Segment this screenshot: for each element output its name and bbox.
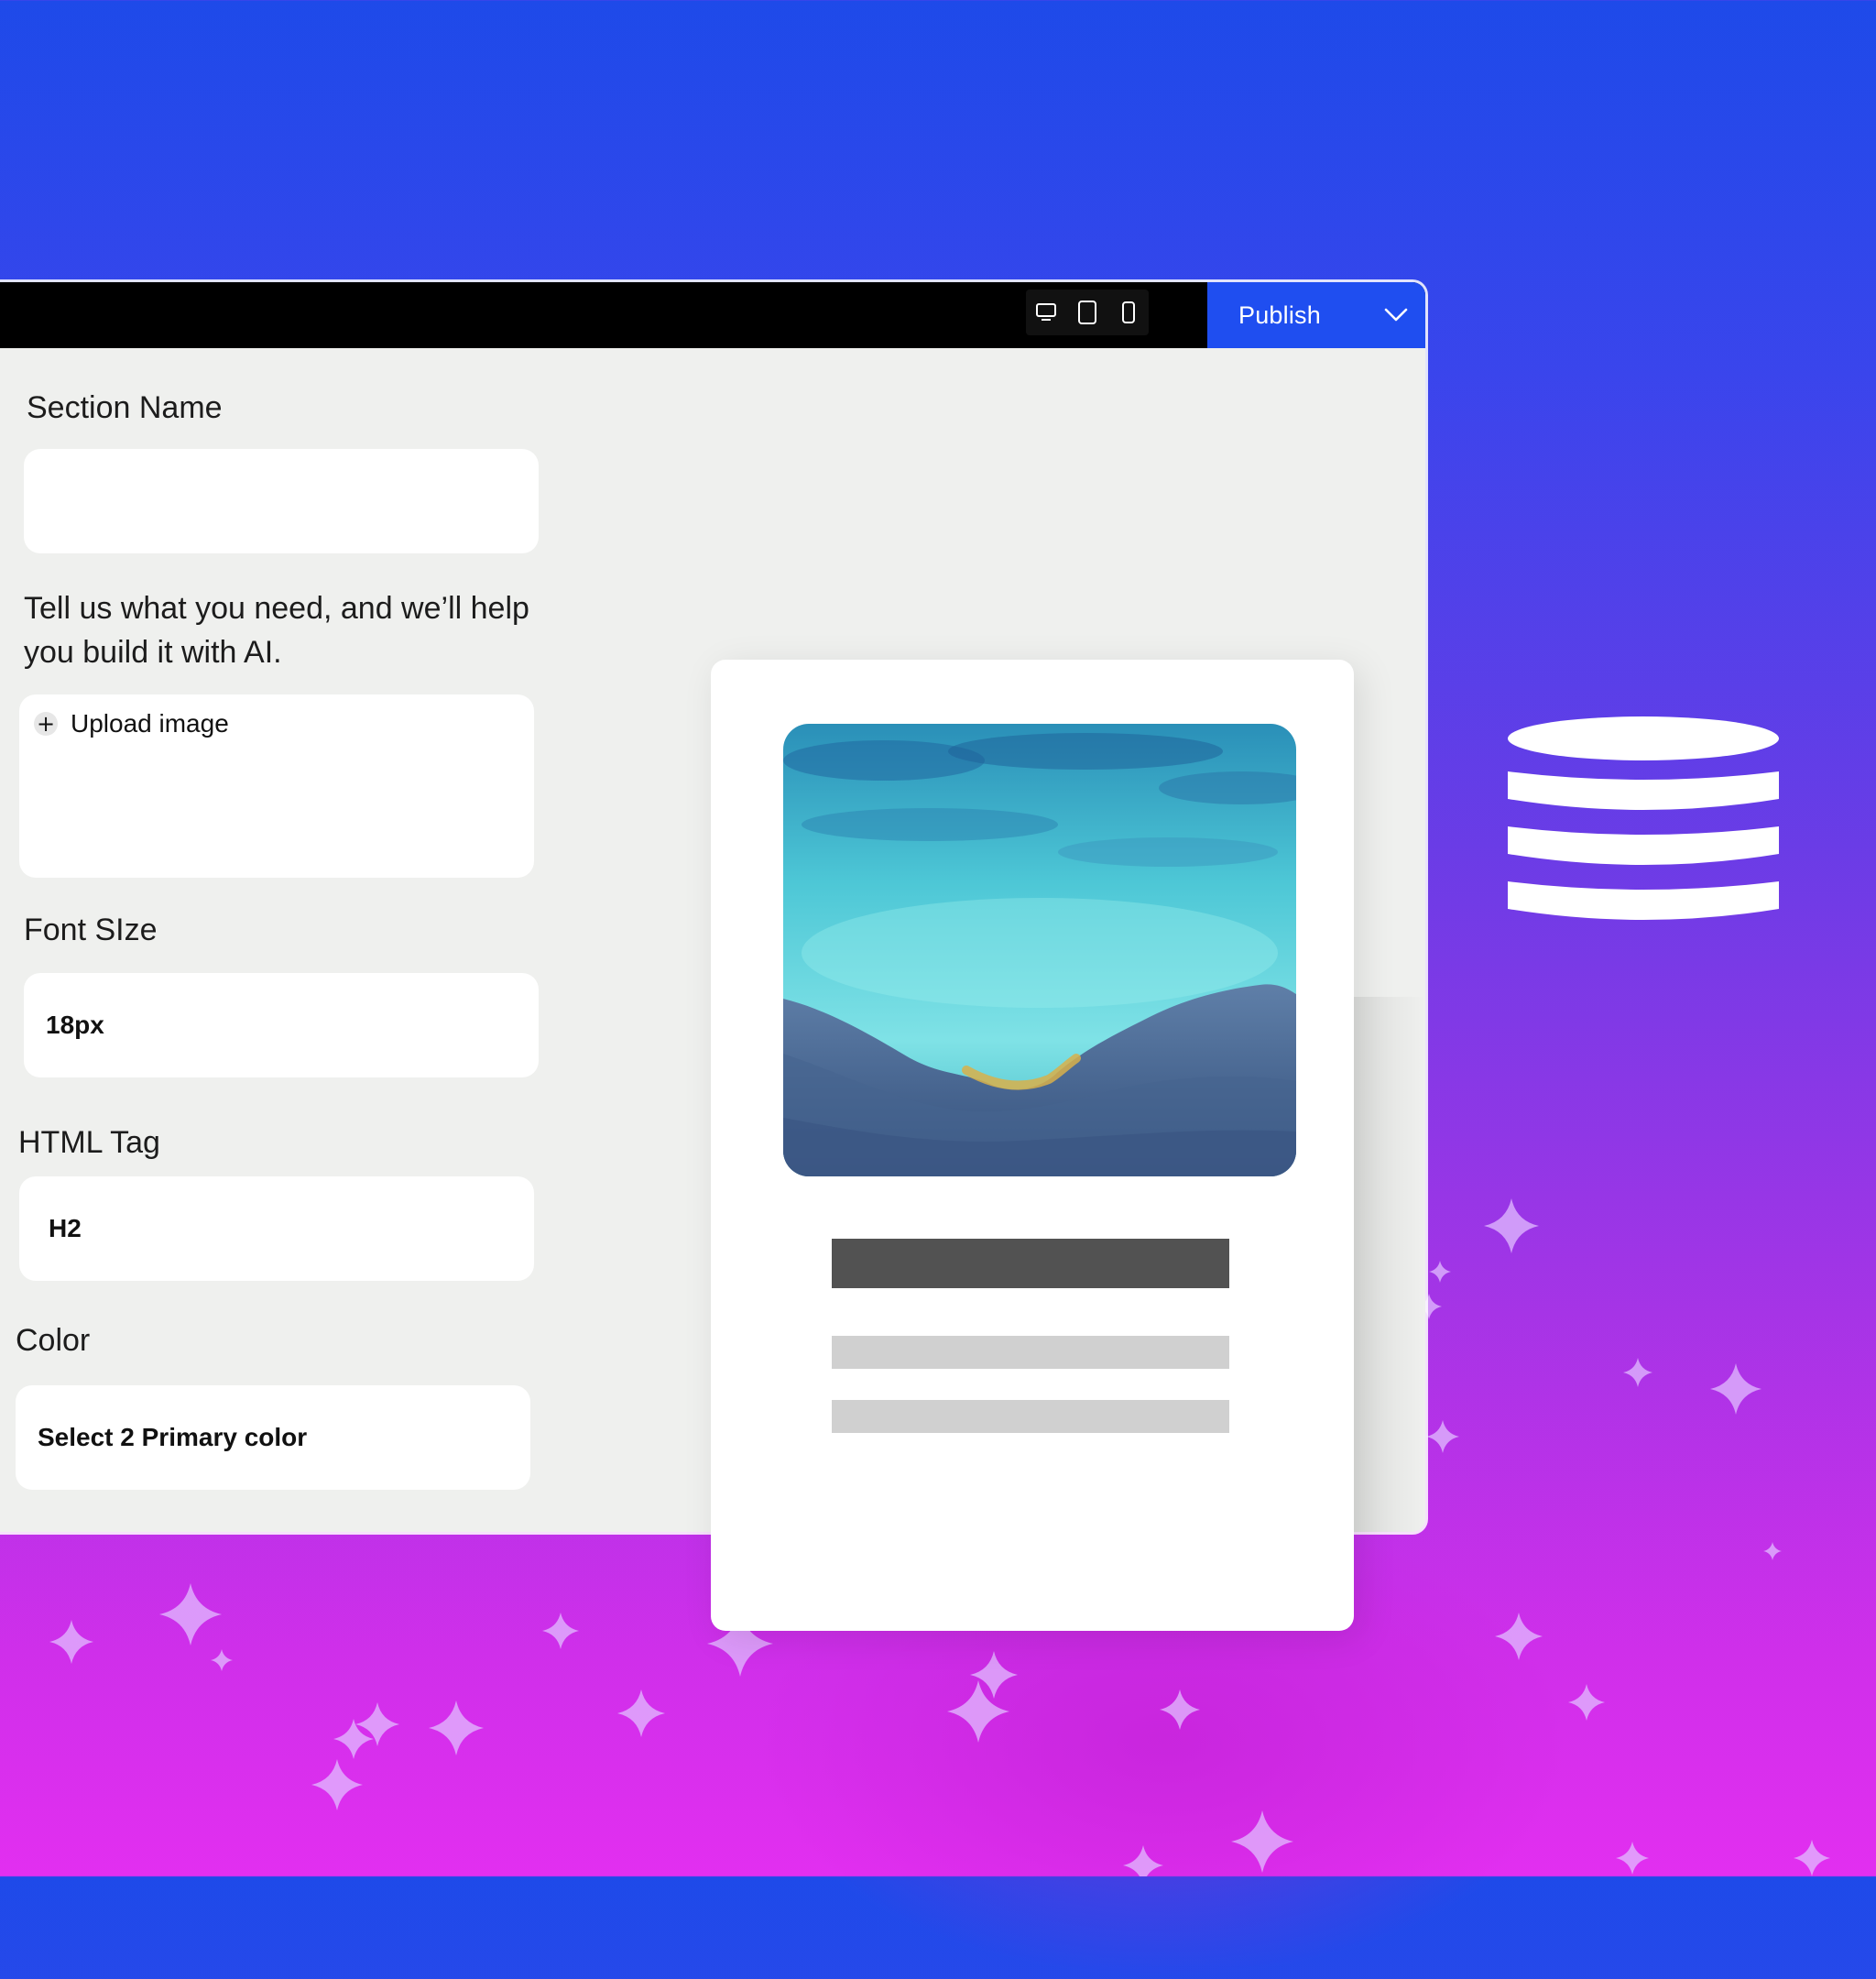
color-select[interactable]: Select 2 Primary color <box>16 1385 530 1490</box>
sparkle-icon <box>1160 1689 1200 1730</box>
preview-heading-placeholder <box>832 1239 1229 1288</box>
sparkle-icon <box>1123 1845 1163 1876</box>
sparkle-icon <box>1495 1613 1543 1660</box>
color-label: Color <box>16 1323 91 1358</box>
desktop-icon[interactable] <box>1032 297 1060 328</box>
device-preview-switcher <box>1026 290 1149 335</box>
sparkle-icon <box>1426 1420 1459 1453</box>
sparkle-icon <box>1710 1363 1761 1415</box>
sparkle-icon <box>1484 1198 1539 1253</box>
sparkle-icon <box>311 1759 363 1810</box>
section-name-label: Section Name <box>27 390 223 425</box>
section-name-input[interactable] <box>24 449 539 553</box>
preview-text-placeholder <box>832 1400 1229 1433</box>
chevron-down-icon[interactable] <box>1383 304 1409 328</box>
canvas-shadow <box>1352 997 1425 1532</box>
color-value: Select 2 Primary color <box>38 1423 308 1451</box>
font-size-input[interactable]: 18px <box>24 973 539 1077</box>
tablet-icon[interactable] <box>1074 297 1101 328</box>
sparkle-icon <box>333 1719 374 1759</box>
html-tag-label: HTML Tag <box>18 1125 160 1160</box>
ai-prompt-text: Tell us what you need, and we’ll help yo… <box>24 591 529 670</box>
sparkle-icon <box>1568 1684 1605 1721</box>
font-size-value: 18px <box>46 1011 104 1039</box>
upload-image-label: Upload image <box>71 709 229 738</box>
sparkle-icon <box>970 1651 1018 1699</box>
sparkle-icon <box>617 1689 665 1737</box>
sparkle-icon <box>49 1620 93 1664</box>
upload-image-button[interactable]: + Upload image <box>34 709 229 738</box>
sparkle-icon <box>429 1700 484 1755</box>
sparkle-icon <box>1623 1358 1652 1387</box>
sparkle-icon <box>211 1649 233 1671</box>
sparkle-icon <box>159 1583 222 1646</box>
font-size-label: Font SIze <box>24 913 158 947</box>
database-icon <box>1506 715 1781 938</box>
publish-button[interactable]: Publish <box>1207 282 1425 348</box>
sparkle-icon <box>1429 1261 1451 1283</box>
sparkle-icon <box>1794 1840 1830 1876</box>
preview-image <box>783 724 1296 1176</box>
preview-card[interactable] <box>711 660 1354 1631</box>
sparkle-icon <box>1616 1842 1649 1875</box>
ai-prompt-input[interactable]: + Upload image <box>19 694 534 878</box>
sparkle-icon <box>355 1702 399 1746</box>
plus-icon: + <box>34 712 58 736</box>
html-tag-value: H2 <box>49 1214 82 1242</box>
top-toolbar: Publish <box>0 282 1425 348</box>
html-tag-select[interactable]: H2 <box>19 1176 534 1281</box>
sparkle-icon <box>1231 1810 1293 1873</box>
preview-text-placeholder <box>832 1336 1229 1369</box>
sparkle-icon <box>542 1613 579 1649</box>
publish-label: Publish <box>1238 301 1321 329</box>
mobile-icon[interactable] <box>1115 297 1142 328</box>
sparkle-icon <box>947 1680 1009 1743</box>
sparkle-icon <box>1763 1542 1782 1560</box>
